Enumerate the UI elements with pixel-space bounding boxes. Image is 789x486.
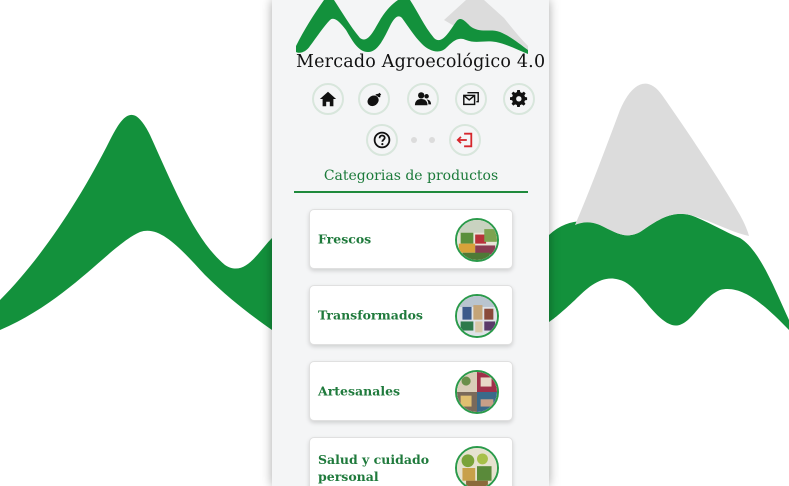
help-button[interactable] xyxy=(366,124,398,156)
categories-title: Categorias de productos xyxy=(323,168,499,184)
home-button[interactable] xyxy=(312,83,344,115)
category-label: Transformados xyxy=(318,307,423,323)
pagination-dot xyxy=(411,137,417,143)
app-panel: Mercado Agroecológico 4.0 Categorias de … xyxy=(272,0,549,486)
gear-icon xyxy=(510,90,528,108)
logo-mountains-icon xyxy=(296,0,528,54)
processed-goods-photo-icon xyxy=(455,294,499,338)
settings-button[interactable] xyxy=(503,83,535,115)
home-icon xyxy=(319,91,337,107)
logout-button[interactable] xyxy=(449,124,481,156)
category-label: Artesanales xyxy=(318,383,401,399)
category-card-salud[interactable]: Salud y cuidado personal xyxy=(309,437,513,486)
section-divider xyxy=(294,191,528,193)
users-icon xyxy=(414,92,432,106)
category-label: Salud y cuidado personal xyxy=(318,452,430,484)
crafts-photo-icon xyxy=(455,370,499,414)
logo-title: Mercado Agroecológico 4.0 xyxy=(296,52,546,72)
health-care-photo-icon xyxy=(455,446,499,486)
category-card-frescos[interactable]: Frescos xyxy=(309,209,513,269)
messages-button[interactable] xyxy=(455,83,487,115)
logo: Mercado Agroecológico 4.0 xyxy=(294,0,546,78)
envelope-icon xyxy=(463,91,479,106)
fresh-produce-photo-icon xyxy=(455,218,499,262)
question-icon xyxy=(373,131,391,149)
logout-icon xyxy=(456,132,473,148)
users-button[interactable] xyxy=(407,83,439,115)
category-card-artesanales[interactable]: Artesanales xyxy=(309,361,513,421)
pagination-dot xyxy=(429,137,435,143)
category-card-transformados[interactable]: Transformados xyxy=(309,285,513,345)
category-label: Frescos xyxy=(318,231,372,247)
products-button[interactable] xyxy=(358,83,390,115)
eggplant-icon xyxy=(367,92,382,107)
